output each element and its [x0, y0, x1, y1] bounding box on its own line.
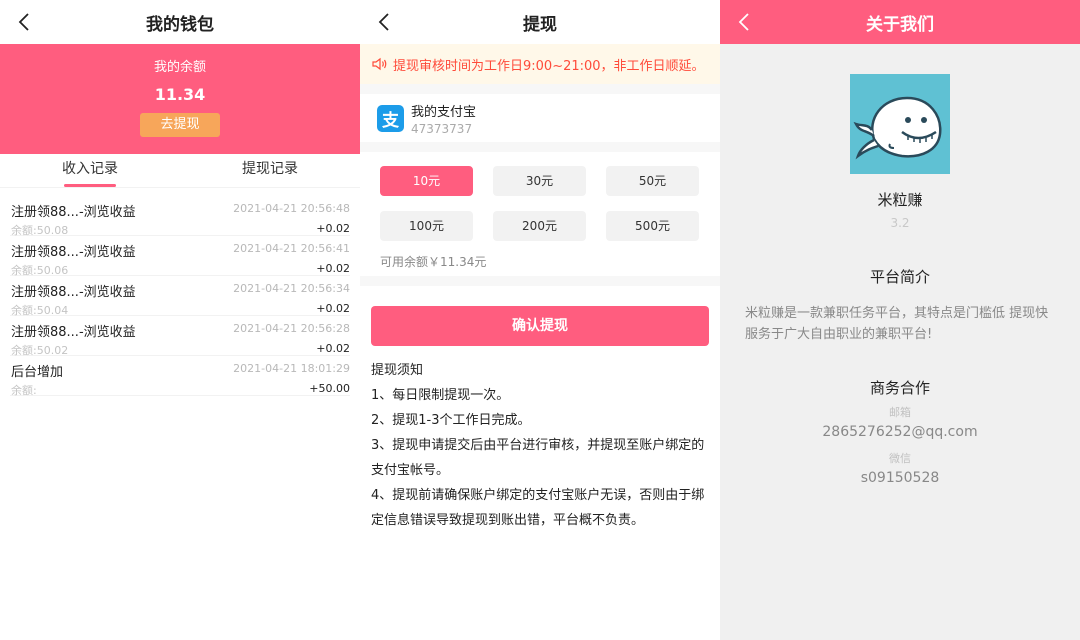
record-title: 注册领88...-浏览收益 [11, 325, 136, 340]
about-nav-bar: 关于我们 [720, 0, 1080, 44]
notice-bar: 提现审核时间为工作日9:00~21:00，非工作日顺延。 [360, 44, 720, 84]
record-amount: +0.02 [316, 342, 350, 355]
wallet-screen: 我的钱包 我的余额 11.34 去提现 收入记录 提现记录 注册领88...-浏… [0, 0, 360, 640]
record-title: 注册领88...-浏览收益 [11, 205, 136, 220]
rule-item: 3、提现申请提交后由平台进行审核，并提现至账户绑定的支付宝帐号。 [371, 438, 705, 478]
wechat-value[interactable]: s09150528 [720, 470, 1080, 486]
record-time: 2021-04-21 20:56:41 [233, 242, 350, 255]
rule-item: 2、提现1-3个工作日完成。 [371, 413, 531, 428]
page-title: 我的钱包 [146, 14, 214, 35]
balance-label: 我的余额 [153, 60, 206, 75]
record-amount: +50.00 [309, 382, 350, 395]
chevron-left-icon [18, 13, 29, 31]
record-amount: +0.02 [316, 262, 350, 275]
alipay-info: 我的支付宝 47373737 [411, 101, 476, 136]
record-time: 2021-04-21 20:56:34 [233, 282, 350, 295]
amount-option[interactable]: 30元 [493, 166, 586, 196]
amount-grid: 10元 30元 50元 100元 200元 500元 [380, 166, 700, 241]
page-title: 关于我们 [866, 14, 934, 35]
record-balance: 余额: [11, 384, 37, 397]
back-button[interactable] [370, 8, 398, 36]
coop-title: 商务合作 [869, 379, 930, 397]
whale-logo [850, 74, 950, 174]
wallet-nav-bar: 我的钱包 [0, 0, 360, 44]
amount-option[interactable]: 200元 [493, 211, 586, 241]
list-item[interactable]: 注册领88...-浏览收益 2021-04-21 20:56:28 余额:50.… [10, 316, 350, 357]
available-balance: 可用余额￥11.34元 [380, 255, 487, 269]
withdraw-nav-bar: 提现 [360, 0, 720, 44]
record-title: 注册领88...-浏览收益 [11, 245, 136, 260]
record-title: 后台增加 [11, 365, 64, 380]
tab-income-records[interactable]: 收入记录 [0, 154, 180, 187]
divider [360, 142, 720, 152]
wechat-label: 微信 [889, 452, 911, 465]
rule-item: 4、提现前请确保账户绑定的支付宝账户无误，否则由于绑定信息错误导致提现到账出错，… [371, 488, 705, 528]
amount-selector: 10元 30元 50元 100元 200元 500元 可用余额￥11.34元 [360, 152, 720, 276]
amount-option[interactable]: 100元 [380, 211, 473, 241]
list-item[interactable]: 注册领88...-浏览收益 2021-04-21 20:56:41 余额:50.… [10, 236, 350, 277]
record-tabs: 收入记录 提现记录 [0, 154, 360, 188]
list-item[interactable]: 注册领88...-浏览收益 2021-04-21 20:56:48 余额:50.… [10, 196, 350, 237]
page-title: 提现 [523, 14, 557, 35]
record-title: 注册领88...-浏览收益 [11, 285, 136, 300]
rule-item: 1、每日限制提现一次。 [371, 388, 510, 403]
record-time: 2021-04-21 18:01:29 [233, 362, 350, 375]
withdraw-button[interactable]: 去提现 [140, 113, 220, 137]
alipay-account: 47373737 [411, 121, 473, 136]
withdraw-rules: 提现须知 1、每日限制提现一次。 2、提现1-3个工作日完成。 3、提现申请提交… [360, 346, 720, 533]
intro-title: 平台简介 [869, 268, 930, 286]
record-time: 2021-04-21 20:56:48 [233, 202, 350, 215]
divider [360, 276, 720, 286]
record-amount: +0.02 [316, 302, 350, 315]
amount-option[interactable]: 10元 [380, 166, 473, 196]
email-value[interactable]: 2865276252@qq.com [720, 424, 1080, 440]
email-label: 邮箱 [889, 406, 911, 419]
speaker-icon [372, 57, 389, 71]
chevron-left-icon [378, 13, 389, 31]
record-time: 2021-04-21 20:56:28 [233, 322, 350, 335]
about-screen: 关于我们 米粒赚 3.2 平台简介 米粒赚是一款兼职任务平台，其特点是门槛低 提… [720, 0, 1080, 640]
rules-title: 提现须知 [371, 363, 424, 378]
notice-text: 提现审核时间为工作日9:00~21:00，非工作日顺延。 [393, 58, 705, 74]
amount-option[interactable]: 50元 [606, 166, 699, 196]
withdraw-screen: 提现 提现审核时间为工作日9:00~21:00，非工作日顺延。 支 我的支付宝 … [360, 0, 720, 640]
divider [360, 84, 720, 94]
intro-text: 米粒赚是一款兼职任务平台，其特点是门槛低 提现快服务于广大自由职业的兼职平台! [745, 306, 1049, 342]
amount-option[interactable]: 500元 [606, 211, 699, 241]
chevron-left-icon [738, 13, 749, 31]
back-button[interactable] [10, 8, 38, 36]
tab-withdraw-records[interactable]: 提现记录 [180, 154, 360, 187]
list-item[interactable]: 后台增加 2021-04-21 18:01:29 余额: +50.00 [10, 356, 350, 397]
back-button[interactable] [730, 8, 758, 36]
alipay-account-row[interactable]: 支 我的支付宝 47373737 [360, 94, 720, 142]
balance-amount: 11.34 [154, 85, 206, 104]
confirm-withdraw-button[interactable]: 确认提现 [371, 306, 709, 346]
list-item[interactable]: 注册领88...-浏览收益 2021-04-21 20:56:34 余额:50.… [10, 276, 350, 317]
app-name: 米粒赚 [877, 191, 923, 209]
alipay-icon: 支 [377, 104, 404, 132]
alipay-name: 我的支付宝 [411, 104, 477, 120]
balance-card: 我的余额 11.34 去提现 [0, 44, 360, 154]
record-amount: +0.02 [316, 222, 350, 235]
app-version: 3.2 [890, 216, 910, 230]
record-list: 注册领88...-浏览收益 2021-04-21 20:56:48 余额:50.… [0, 196, 360, 397]
